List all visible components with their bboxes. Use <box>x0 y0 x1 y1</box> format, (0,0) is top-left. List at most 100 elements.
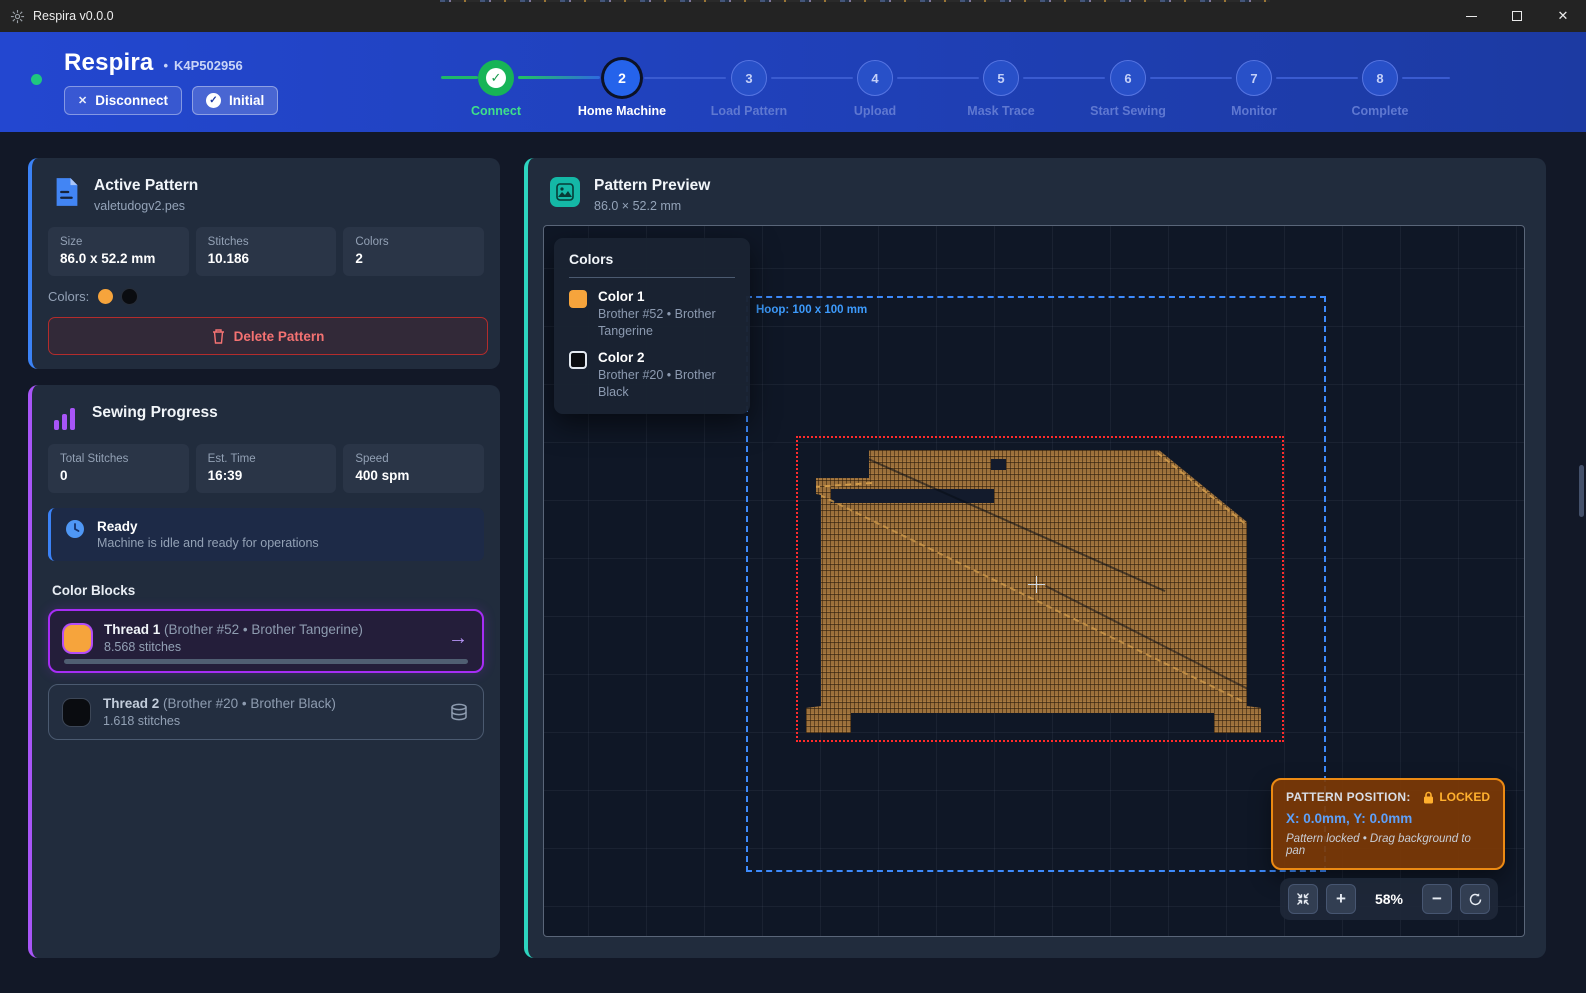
image-icon <box>550 177 580 207</box>
step-label: Start Sewing <box>1065 104 1191 118</box>
app-icon <box>10 9 25 24</box>
thread-detail: (Brother #20 • Brother Black) <box>163 696 336 711</box>
step-mask-trace[interactable]: 5 Mask Trace <box>938 60 1064 118</box>
step-label: Connect <box>433 104 559 118</box>
refresh-icon <box>1468 892 1483 907</box>
panel-title: Sewing Progress <box>92 404 218 422</box>
minimize-button[interactable] <box>1448 0 1494 32</box>
legend-swatch-1 <box>569 290 587 308</box>
machine-serial: • K4P502956 <box>163 58 242 73</box>
zoom-out-button[interactable]: − <box>1422 884 1452 914</box>
delete-pattern-button[interactable]: Delete Pattern <box>48 317 488 355</box>
app-name: Respira <box>64 49 153 77</box>
active-pattern-panel: Active Pattern valetudogv2.pes Size 86.0… <box>28 158 500 369</box>
step-complete[interactable]: 8 Complete <box>1317 60 1443 118</box>
close-button[interactable]: ✕ <box>1540 0 1586 32</box>
step-circle[interactable]: 6 <box>1110 60 1146 96</box>
vertical-scrollbar-thumb[interactable] <box>1579 465 1584 517</box>
x-icon: ✕ <box>78 94 87 107</box>
pattern-preview-panel: Pattern Preview 86.0 × 52.2 mm Hoop: 100… <box>524 158 1546 958</box>
disconnect-button[interactable]: ✕ Disconnect <box>64 86 182 115</box>
step-circle[interactable]: 8 <box>1362 60 1398 96</box>
legend-item: Color 2 Brother #20 • Brother Black <box>569 350 735 401</box>
position-hint: Pattern locked • Drag background to pan <box>1286 833 1490 857</box>
jump-stitch-line <box>863 456 1165 592</box>
reset-view-button[interactable] <box>1460 884 1490 914</box>
window-title: Respira v0.0.0 <box>33 9 114 23</box>
app-window: Respira v0.0.0 ✕ Respira • K4P502956 ✕ D… <box>0 0 1586 993</box>
stitch-path-line <box>814 482 872 488</box>
clock-icon <box>65 519 85 539</box>
step-circle-done[interactable]: ✓ <box>478 60 514 96</box>
delete-label: Delete Pattern <box>234 329 325 344</box>
fit-view-button[interactable] <box>1288 884 1318 914</box>
serial-separator: • <box>163 58 168 73</box>
initial-button[interactable]: ✓ Initial <box>192 86 278 115</box>
color-swatch-1 <box>98 289 113 304</box>
step-label: Complete <box>1317 104 1443 118</box>
step-label: Load Pattern <box>686 104 812 118</box>
pattern-position-overlay: PATTERN POSITION: LOCKED X: 0.0mm, Y: 0.… <box>1271 778 1505 870</box>
step-connect[interactable]: ✓ Connect <box>433 60 559 118</box>
pattern-dimensions: 86.0 × 52.2 mm <box>594 199 710 213</box>
close-icon: ✕ <box>1558 8 1569 24</box>
status-message: Machine is idle and ready for operations <box>97 536 319 550</box>
thread-2-card[interactable]: Thread 2 (Brother #20 • Brother Black) 1… <box>48 684 484 740</box>
center-crosshair <box>1028 576 1045 593</box>
thread-1-card[interactable]: Thread 1 (Brother #52 • Brother Tangerin… <box>48 609 484 673</box>
step-home-machine[interactable]: 2 Home Machine <box>559 60 685 118</box>
hoop-label: Hoop: 100 x 100 mm <box>756 304 867 316</box>
serial-value: K4P502956 <box>174 58 243 73</box>
step-circle[interactable]: 5 <box>983 60 1019 96</box>
colors-label: Colors: <box>48 289 89 304</box>
thread-1-swatch <box>64 625 91 652</box>
step-circle[interactable]: 7 <box>1236 60 1272 96</box>
legend-color-detail: Brother #52 • Brother Tangerine <box>598 306 735 340</box>
stat-colors: Colors 2 <box>343 227 484 276</box>
step-monitor[interactable]: 7 Monitor <box>1191 60 1317 118</box>
minimize-icon <box>1466 16 1477 17</box>
step-upload[interactable]: 4 Upload <box>812 60 938 118</box>
sewing-progress-panel: Sewing Progress Total Stitches 0 Est. Ti… <box>28 385 500 958</box>
legend-color-name: Color 1 <box>598 289 735 304</box>
stat-total-stitches: Total Stitches 0 <box>48 444 189 493</box>
step-load-pattern[interactable]: 3 Load Pattern <box>686 60 812 118</box>
pattern-filename: valetudogv2.pes <box>94 199 198 213</box>
step-circle-active[interactable]: 2 <box>604 60 640 96</box>
step-label: Upload <box>812 104 938 118</box>
zoom-toolbar: + 58% − <box>1280 878 1498 920</box>
main-content: Active Pattern valetudogv2.pes Size 86.0… <box>0 132 1586 993</box>
position-label: PATTERN POSITION: <box>1286 790 1411 804</box>
colors-legend: Colors Color 1 Brother #52 • Brother Tan… <box>554 238 750 414</box>
pattern-gap <box>831 489 994 503</box>
maximize-button[interactable] <box>1494 0 1540 32</box>
panel-title: Active Pattern <box>94 177 198 195</box>
zoom-in-button[interactable]: + <box>1326 884 1356 914</box>
lock-state: LOCKED <box>1439 790 1490 804</box>
thread-progress-bar <box>64 659 468 664</box>
thread-stitches: 8.568 stitches <box>104 640 363 654</box>
titlebar: Respira v0.0.0 ✕ <box>0 0 1586 32</box>
check-circle-icon: ✓ <box>206 93 221 108</box>
legend-color-name: Color 2 <box>598 350 735 365</box>
stitch-path-line <box>819 494 1242 702</box>
legend-swatch-2 <box>569 351 587 369</box>
trash-icon <box>212 329 225 344</box>
step-circle[interactable]: 4 <box>857 60 893 96</box>
machine-status: Ready Machine is idle and ready for oper… <box>48 508 484 561</box>
stat-speed: Speed 400 spm <box>343 444 484 493</box>
color-swatch-2 <box>122 289 137 304</box>
document-icon <box>54 177 80 207</box>
thread-stitches: 1.618 stitches <box>103 714 336 728</box>
pattern-notch <box>991 459 1006 470</box>
step-circle[interactable]: 3 <box>731 60 767 96</box>
step-label: Mask Trace <box>938 104 1064 118</box>
thread-2-swatch <box>63 699 90 726</box>
preview-canvas[interactable]: Hoop: 100 x 100 mm Colors <box>543 225 1525 937</box>
database-icon <box>449 703 469 721</box>
minus-icon: − <box>1432 889 1442 909</box>
arrow-right-icon: → <box>448 628 468 648</box>
zoom-level: 58% <box>1364 891 1414 907</box>
wizard-stepper: ✓ Connect 2 Home Machine 3 Load Pattern … <box>433 32 1453 132</box>
step-start-sewing[interactable]: 6 Start Sewing <box>1065 60 1191 118</box>
